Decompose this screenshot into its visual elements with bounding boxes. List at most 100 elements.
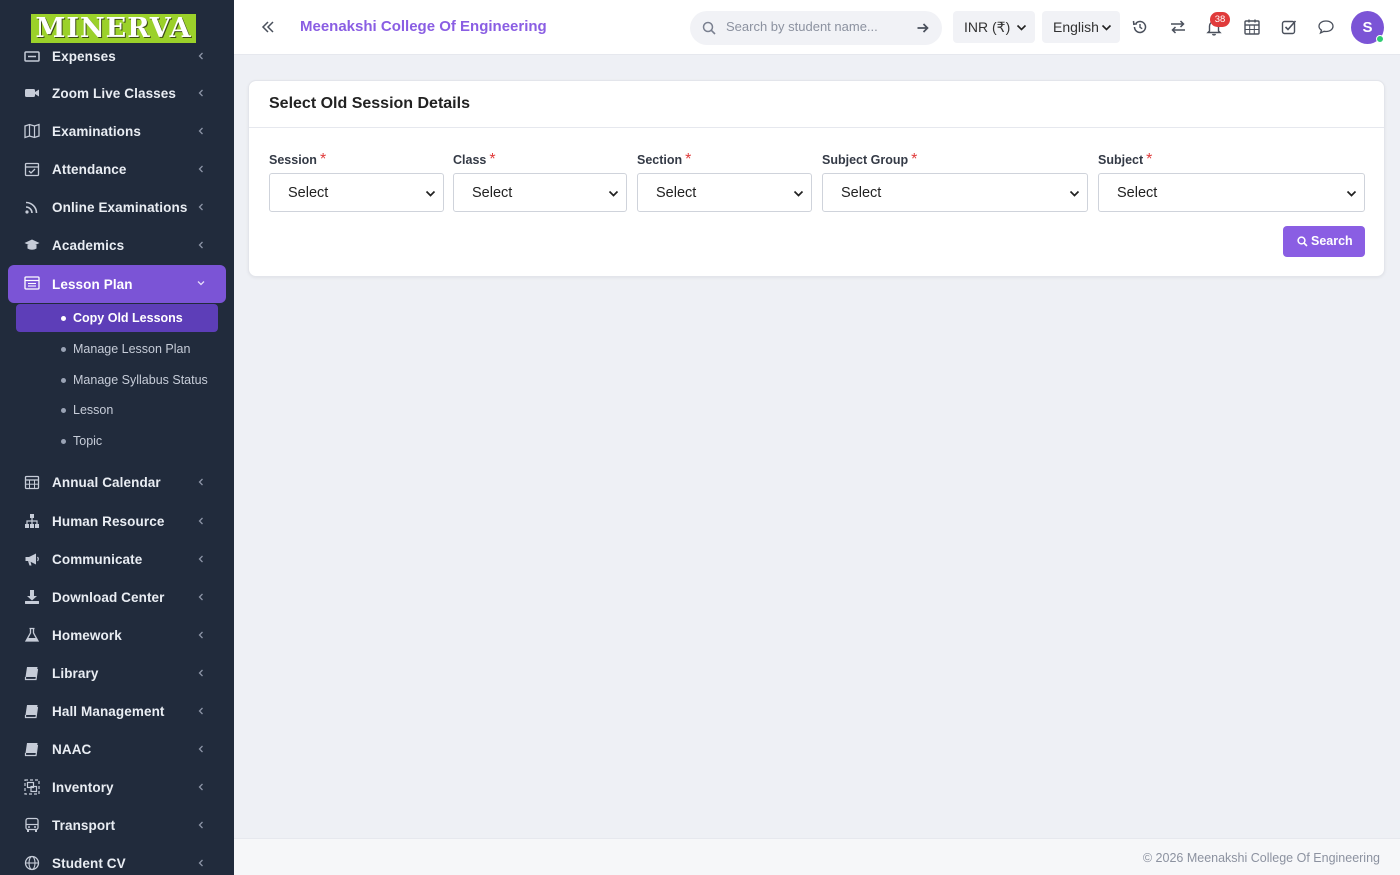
flask-icon — [24, 627, 40, 642]
object-group-icon — [24, 779, 40, 795]
required-mark: * — [1146, 151, 1153, 168]
class-select[interactable]: Select — [453, 173, 627, 212]
history-icon[interactable] — [1131, 18, 1149, 36]
bullhorn-icon — [25, 553, 39, 566]
subject-group-select[interactable]: Select — [822, 173, 1088, 212]
chevron-down-icon — [1016, 24, 1027, 31]
bullet-dot — [61, 439, 66, 444]
chevron-down-icon — [793, 190, 804, 197]
section-select[interactable]: Select — [637, 173, 812, 212]
required-mark: * — [319, 151, 327, 168]
field-label: Subject — [1098, 153, 1144, 167]
book-icon — [24, 705, 39, 719]
sidebar-item-academics[interactable]: Academics — [8, 227, 226, 263]
college-name: Meenakshi College Of Engineering — [300, 18, 547, 35]
sidebar-item-label: Transport — [52, 817, 116, 833]
language-value: English — [1053, 19, 1099, 35]
collapse-sidebar-icon[interactable] — [260, 19, 276, 35]
currency-select[interactable]: INR (₹) — [953, 11, 1035, 43]
chevron-left-icon — [198, 783, 203, 791]
sidebar-item-label: Hall Management — [52, 703, 165, 719]
field-label: Class — [453, 153, 487, 167]
session-select[interactable]: Select — [269, 173, 444, 212]
money-icon — [24, 51, 40, 62]
list-alt-icon — [24, 276, 40, 290]
sidebar-item-inventory[interactable]: Inventory — [8, 769, 226, 805]
currency-value: INR (₹) — [964, 19, 1011, 35]
sidebar-item-label: Communicate — [52, 551, 143, 567]
sidebar-subitem-topic[interactable]: Topic — [16, 427, 218, 455]
section-field: Section * Select — [637, 151, 812, 212]
required-mark: * — [685, 151, 692, 168]
calendar-icon — [24, 475, 40, 490]
sidebar-subitem-label: Manage Syllabus Status — [73, 373, 208, 387]
subject-select[interactable]: Select — [1098, 173, 1365, 212]
sidebar-item-student-cv[interactable]: Student CV — [8, 845, 226, 875]
rss-icon — [25, 201, 38, 214]
chevron-down-icon — [1069, 190, 1080, 197]
chat-icon[interactable] — [1317, 18, 1335, 36]
session-field: Session * Select — [269, 151, 444, 212]
sidebar-item-label: Download Center — [52, 589, 165, 605]
search-icon — [1297, 236, 1308, 247]
sidebar-item-label: Academics — [52, 237, 125, 253]
sidebar-item-annual-calendar[interactable]: Annual Calendar — [8, 464, 226, 500]
sidebar-subitem-copy-old-lessons[interactable]: Copy Old Lessons — [16, 304, 218, 332]
sidebar-item-attendance[interactable]: Attendance — [8, 151, 226, 187]
chevron-down-icon — [1346, 190, 1357, 197]
copyright-text: © 2026 Meenakshi College Of Engineering — [1142, 851, 1380, 865]
card-title: Select Old Session Details — [269, 95, 470, 112]
class-field: Class * Select — [453, 151, 627, 212]
language-select[interactable]: English — [1042, 11, 1120, 43]
chevron-left-icon — [198, 669, 203, 677]
sidebar-item-transport[interactable]: Transport — [8, 807, 226, 843]
calendar-check-icon — [24, 162, 40, 177]
graduation-cap-icon — [24, 239, 40, 250]
app-logo[interactable]: MINERVA — [31, 14, 196, 43]
sidebar-subitem-label: Copy Old Lessons — [73, 311, 183, 325]
calendar-icon[interactable] — [1243, 18, 1261, 36]
sidebar-subitem-manage-lesson-plan[interactable]: Manage Lesson Plan — [16, 335, 218, 363]
required-mark: * — [489, 151, 496, 168]
sidebar-item-homework[interactable]: Homework — [8, 617, 226, 653]
bullet-dot — [61, 408, 66, 413]
search-icon — [702, 21, 716, 35]
sidebar-item-online-examinations[interactable]: Online Examinations — [8, 189, 226, 225]
sidebar-item-download-center[interactable]: Download Center — [8, 579, 226, 615]
chevron-left-icon — [198, 859, 203, 867]
globe-icon — [24, 855, 40, 871]
sidebar-item-communicate[interactable]: Communicate — [8, 541, 226, 577]
sidebar-subitem-manage-syllabus-status[interactable]: Manage Syllabus Status — [16, 366, 218, 394]
required-mark: * — [911, 151, 918, 168]
bullet-dot — [61, 347, 66, 352]
sidebar-item-examinations[interactable]: Examinations — [8, 113, 226, 149]
sidebar-item-library[interactable]: Library — [8, 655, 226, 691]
sidebar-subitem-label: Manage Lesson Plan — [73, 342, 191, 356]
search-input[interactable] — [726, 19, 906, 34]
sidebar-item-label: Human Resource — [52, 513, 165, 529]
chevron-down-icon — [1101, 24, 1112, 31]
chevron-left-icon — [198, 555, 203, 563]
arrow-right-icon[interactable] — [916, 21, 930, 35]
sidebar-item-label: Expenses — [52, 48, 116, 64]
chevron-left-icon — [198, 203, 203, 211]
sidebar-subitem-lesson[interactable]: Lesson — [16, 396, 218, 424]
video-camera-icon — [25, 89, 39, 97]
sidebar-item-human-resource[interactable]: Human Resource — [8, 503, 226, 539]
map-icon — [24, 123, 40, 139]
switch-arrows-icon[interactable] — [1169, 18, 1187, 36]
chevron-left-icon — [198, 745, 203, 753]
sidebar-item-naac[interactable]: NAAC — [8, 731, 226, 767]
book-icon — [24, 667, 39, 681]
sidebar-item-hall-management[interactable]: Hall Management — [8, 693, 226, 729]
sidebar-subitem-label: Topic — [73, 434, 103, 448]
select-value: Select — [288, 185, 329, 201]
sidebar-item-zoom-live-classes[interactable]: Zoom Live Classes — [8, 75, 226, 111]
task-checkbox-icon[interactable] — [1280, 18, 1298, 36]
search-button[interactable]: Search — [1283, 226, 1365, 257]
sidebar-item-label: Inventory — [52, 779, 114, 795]
chevron-down-icon — [425, 190, 436, 197]
student-search — [690, 11, 942, 45]
select-value: Select — [1117, 185, 1158, 201]
sidebar-item-lesson-plan[interactable]: Lesson Plan — [8, 265, 226, 303]
